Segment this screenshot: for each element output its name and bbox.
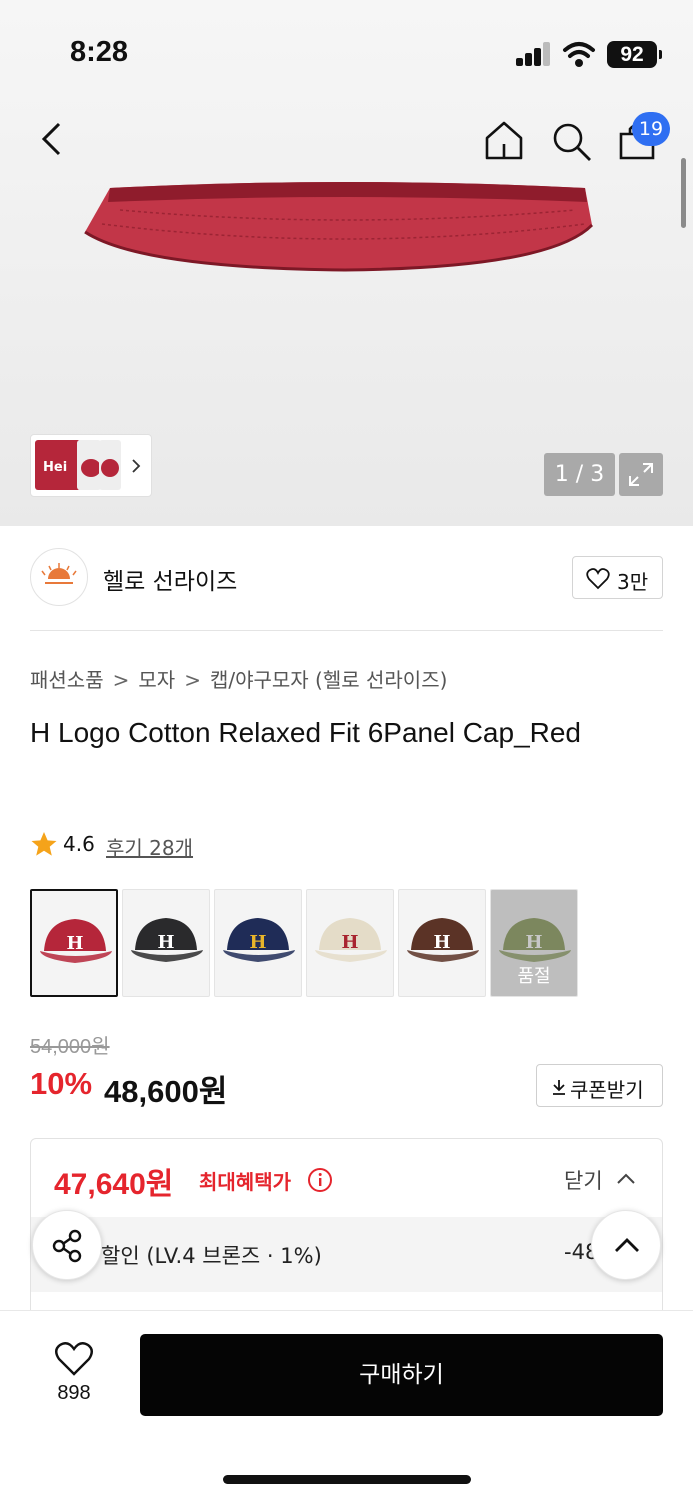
download-icon bbox=[553, 1080, 565, 1095]
cap-thumbnail: H bbox=[315, 918, 387, 962]
color-swatch-brown[interactable]: H bbox=[398, 889, 486, 997]
chevron-right-icon: > bbox=[112, 668, 130, 692]
home-icon[interactable] bbox=[481, 118, 527, 164]
best-price-label: 최대혜택가 bbox=[199, 1170, 291, 1194]
benefit-row: 할인 (LV.4 브론즈 · 1%) -48 bbox=[31, 1217, 662, 1292]
divider bbox=[30, 630, 663, 631]
svg-text:H: H bbox=[157, 932, 174, 953]
expand-icon bbox=[629, 463, 653, 486]
svg-text:H: H bbox=[433, 932, 450, 953]
info-icon[interactable] bbox=[307, 1167, 333, 1193]
cellular-signal-icon bbox=[516, 42, 552, 66]
color-swatch-black[interactable]: H bbox=[122, 889, 210, 997]
chevron-up-icon bbox=[615, 1238, 639, 1252]
star-icon bbox=[31, 832, 57, 856]
scroll-to-top-button[interactable] bbox=[591, 1210, 661, 1280]
status-time: 8:28 bbox=[70, 36, 129, 68]
rating-value: 4.6 bbox=[63, 832, 95, 856]
heart-icon bbox=[586, 568, 610, 590]
discount-rate: 10% bbox=[30, 1066, 93, 1101]
share-button[interactable] bbox=[32, 1210, 102, 1280]
svg-text:H: H bbox=[525, 932, 542, 953]
color-swatch-red[interactable]: H bbox=[30, 889, 118, 997]
search-icon[interactable] bbox=[548, 118, 594, 164]
cart-count-badge: 19 bbox=[632, 112, 670, 146]
svg-text:H: H bbox=[66, 933, 83, 954]
soldout-label: 품절 bbox=[517, 966, 551, 987]
expand-button[interactable] bbox=[619, 453, 663, 496]
wifi-icon bbox=[563, 42, 595, 67]
best-price: 47,640원 bbox=[54, 1168, 174, 1201]
reviews-link[interactable]: 후기 28개 bbox=[106, 832, 193, 861]
heart-icon bbox=[55, 1342, 93, 1376]
wishlist-count: 898 bbox=[57, 1382, 91, 1404]
benefit-row-label: 할인 (LV.4 브론즈 · 1%) bbox=[101, 1244, 322, 1268]
cap-thumbnail: H bbox=[131, 918, 203, 962]
home-indicator bbox=[223, 1475, 471, 1484]
color-swatch-olive[interactable]: H 품절 bbox=[490, 889, 578, 997]
product-image bbox=[84, 182, 594, 272]
color-swatch-navy[interactable]: H bbox=[214, 889, 302, 997]
svg-text:Hei: Hei bbox=[43, 460, 67, 475]
svg-text:H: H bbox=[341, 932, 358, 953]
buy-button[interactable]: 구매하기 bbox=[140, 1334, 663, 1416]
breadcrumb-item[interactable]: 캡/야구모자 (헬로 선라이즈) bbox=[210, 668, 447, 692]
sale-price: 48,600원 bbox=[104, 1074, 228, 1109]
collapse-label: 닫기 bbox=[564, 1169, 603, 1193]
status-bar: 8:28 92 bbox=[0, 0, 693, 100]
bottom-action-bar: 898 구매하기 bbox=[0, 1310, 693, 1500]
thumbnail-1[interactable]: Hei bbox=[35, 440, 81, 490]
brand-like-count: 3만 bbox=[617, 570, 649, 594]
cap-thumbnail: H bbox=[223, 918, 295, 962]
coupon-label: 쿠폰받기 bbox=[570, 1078, 644, 1102]
scrollbar[interactable] bbox=[681, 158, 686, 228]
breadcrumb: 패션소품 > 모자 > 캡/야구모자 (헬로 선라이즈) bbox=[30, 664, 447, 693]
share-icon bbox=[52, 1229, 82, 1263]
color-swatch-cream[interactable]: H bbox=[306, 889, 394, 997]
cap-thumbnail: H bbox=[407, 918, 479, 962]
coupon-download-button[interactable]: 쿠폰받기 bbox=[536, 1064, 663, 1107]
chevron-right-icon: > bbox=[184, 668, 201, 692]
breadcrumb-item[interactable]: 모자 bbox=[138, 668, 175, 692]
benefit-panel: 47,640원 최대혜택가 닫기 할인 (LV.4 브론즈 · 1%) -48 bbox=[30, 1138, 663, 1338]
back-arrow-icon[interactable] bbox=[30, 116, 76, 162]
collapse-toggle[interactable]: 닫기 bbox=[564, 1165, 635, 1195]
original-price: 54,000원 bbox=[30, 1036, 110, 1058]
product-title: H Logo Cotton Relaxed Fit 6Panel Cap_Red bbox=[30, 717, 582, 748]
cap-thumbnail: H bbox=[40, 919, 112, 963]
thumbnail-3[interactable] bbox=[99, 440, 121, 490]
brand-logo[interactable] bbox=[30, 548, 88, 606]
brand-like-button[interactable]: 3만 bbox=[572, 556, 663, 599]
thumbnail-2[interactable] bbox=[77, 440, 101, 490]
svg-text:H: H bbox=[249, 932, 266, 953]
battery-indicator: 92 bbox=[607, 41, 662, 68]
breadcrumb-item[interactable]: 패션소품 bbox=[30, 668, 104, 692]
brand-name[interactable]: 헬로 선라이즈 bbox=[103, 562, 237, 596]
chevron-up-icon bbox=[617, 1173, 635, 1184]
image-page-counter: 1 / 3 bbox=[544, 453, 615, 496]
wishlist-button[interactable]: 898 bbox=[38, 1337, 110, 1407]
chevron-right-icon[interactable] bbox=[126, 456, 146, 476]
